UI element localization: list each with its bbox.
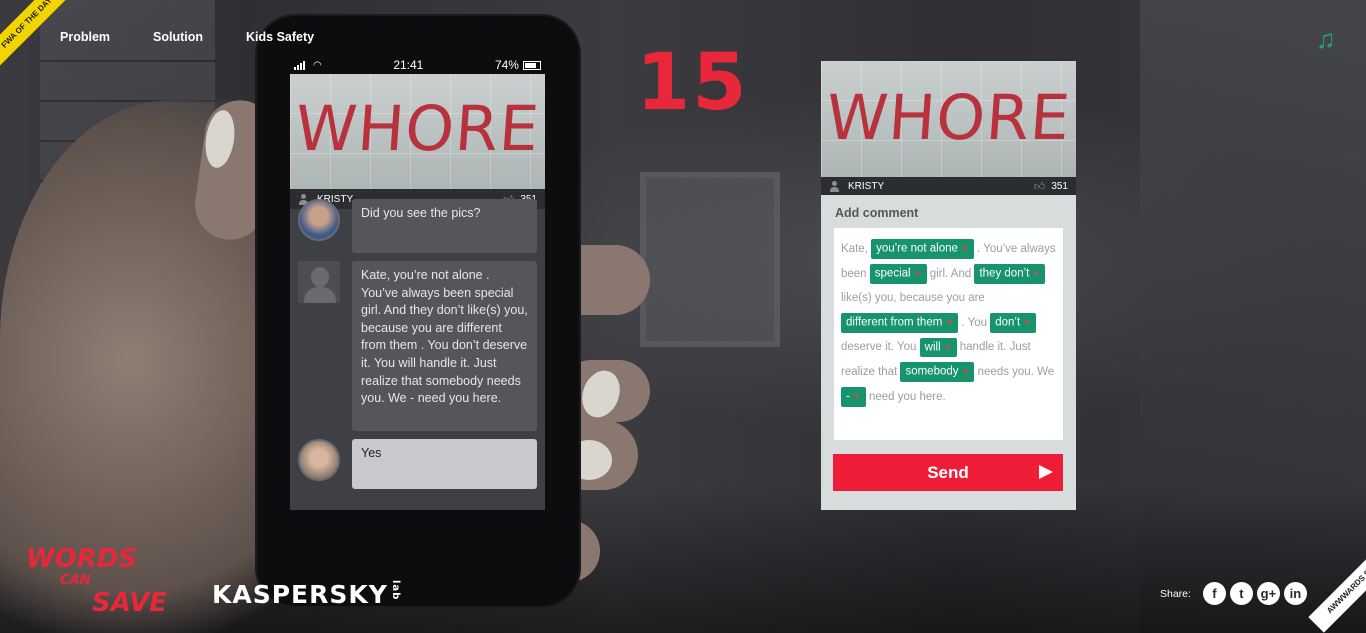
caret-down-icon: ▼ xyxy=(960,244,969,254)
status-bar: ◠ 21:41 74% xyxy=(290,56,545,74)
logo-line: WORDS xyxy=(26,544,138,574)
word-choice-dropdown[interactable]: they don’t ▼ xyxy=(974,264,1046,284)
nav-kids-safety[interactable]: Kids Safety xyxy=(246,30,314,44)
word-choice-dropdown[interactable]: you’re not alone ▼ xyxy=(871,239,974,259)
message-bubble: Kate, you’re not alone . You’ve always b… xyxy=(352,261,537,431)
avatar xyxy=(298,199,340,241)
caret-down-icon: ▼ xyxy=(852,392,861,402)
words-can-save-logo[interactable]: WORDS CAN SAVE xyxy=(26,544,196,618)
nav-problem[interactable]: Problem xyxy=(60,30,110,44)
comment-text: Kate, xyxy=(841,243,872,255)
caret-down-icon: ▼ xyxy=(961,367,970,377)
avatar xyxy=(298,261,340,303)
word-choice-dropdown[interactable]: different from them ▼ xyxy=(841,313,959,333)
comment-text: like(s) you, because you are xyxy=(841,292,985,305)
send-arrow-icon xyxy=(1039,465,1053,479)
author-name: KRISTY xyxy=(848,180,885,192)
facebook-icon[interactable]: f xyxy=(1202,582,1226,605)
caret-down-icon: ▼ xyxy=(1032,269,1041,279)
kaspersky-wordmark: KASPERSKY xyxy=(212,580,388,609)
word-choice-dropdown[interactable]: somebody ▼ xyxy=(900,362,975,382)
phone-screen: ◠ 21:41 74% WHORE KRISTY 👍︎ 351 Did you … xyxy=(290,56,545,510)
main-nav: Problem Solution Kids Safety xyxy=(60,30,314,44)
music-note-icon[interactable]: ♫ xyxy=(1316,24,1336,55)
message-bubble: Did you see the pics? xyxy=(352,199,537,253)
chat-message: Did you see the pics? xyxy=(298,199,537,253)
wifi-icon: ◠ xyxy=(313,59,322,71)
like-count: 351 xyxy=(1051,180,1068,192)
photo-word: WHORE xyxy=(292,92,543,165)
comment-card: WHORE KRISTY 👍︎ 351 Add comment Kate, yo… xyxy=(821,61,1076,510)
battery-icon xyxy=(522,60,541,70)
word-choice-dropdown[interactable]: special ▼ xyxy=(869,264,927,284)
comment-text: . You xyxy=(958,316,991,329)
message-bubble: Yes xyxy=(352,439,537,489)
comment-editor[interactable]: Kate, you’re not alone ▼ . You’ve always … xyxy=(834,228,1063,440)
card-photo: WHORE xyxy=(821,61,1076,177)
caret-down-icon: ▼ xyxy=(913,269,922,279)
linkedin-icon[interactable]: in xyxy=(1283,582,1307,605)
word-choice-dropdown[interactable]: - ▼ xyxy=(841,387,866,407)
caret-down-icon: ▼ xyxy=(943,342,952,352)
background-picture-frame xyxy=(640,172,780,347)
post-author: KRISTY xyxy=(829,180,885,192)
kaspersky-logo[interactable]: KASPERSKY lab xyxy=(212,580,401,609)
share-label: Share: xyxy=(1160,587,1191,600)
word-choice-dropdown[interactable]: don’t ▼ xyxy=(990,313,1037,333)
share-bar: Share: f t g+ in xyxy=(1160,582,1307,605)
comment-text: needs you. We xyxy=(974,365,1055,378)
kaspersky-lab-mark: lab xyxy=(389,580,401,601)
battery-percent: 74% xyxy=(494,58,519,72)
photo-word: WHORE xyxy=(823,81,1074,154)
card-info-bar: KRISTY 👍︎ 351 xyxy=(821,177,1076,195)
comment-text: need you here. xyxy=(865,390,946,403)
comment-text: deserve it. You xyxy=(841,341,920,354)
google-plus-icon[interactable]: g+ xyxy=(1256,582,1280,605)
nav-solution[interactable]: Solution xyxy=(153,30,203,44)
comment-text: girl. And xyxy=(926,267,975,280)
send-button[interactable]: Send xyxy=(833,454,1063,491)
twitter-icon[interactable]: t xyxy=(1229,582,1253,605)
countdown-counter: 15 xyxy=(636,38,749,128)
caret-down-icon: ▼ xyxy=(1023,318,1032,328)
send-label: Send xyxy=(927,462,969,482)
word-choice-dropdown[interactable]: will ▼ xyxy=(919,337,957,358)
status-time: 21:41 xyxy=(393,58,424,72)
avatar xyxy=(298,439,340,481)
battery-status: 74% xyxy=(495,58,541,72)
add-comment-title: Add comment xyxy=(835,206,919,220)
thumbs-up-icon: 👍︎ xyxy=(1033,180,1046,193)
person-icon xyxy=(829,180,840,192)
logo-line: SAVE xyxy=(92,588,167,618)
chat-message: Kate, you’re not alone . You’ve always b… xyxy=(298,261,537,431)
post-likes: 👍︎ 351 xyxy=(1034,180,1068,193)
chat-message: Yes xyxy=(298,439,537,489)
caret-down-icon: ▼ xyxy=(945,318,954,328)
signal-icon xyxy=(294,60,305,70)
post-photo: WHORE xyxy=(290,74,545,189)
